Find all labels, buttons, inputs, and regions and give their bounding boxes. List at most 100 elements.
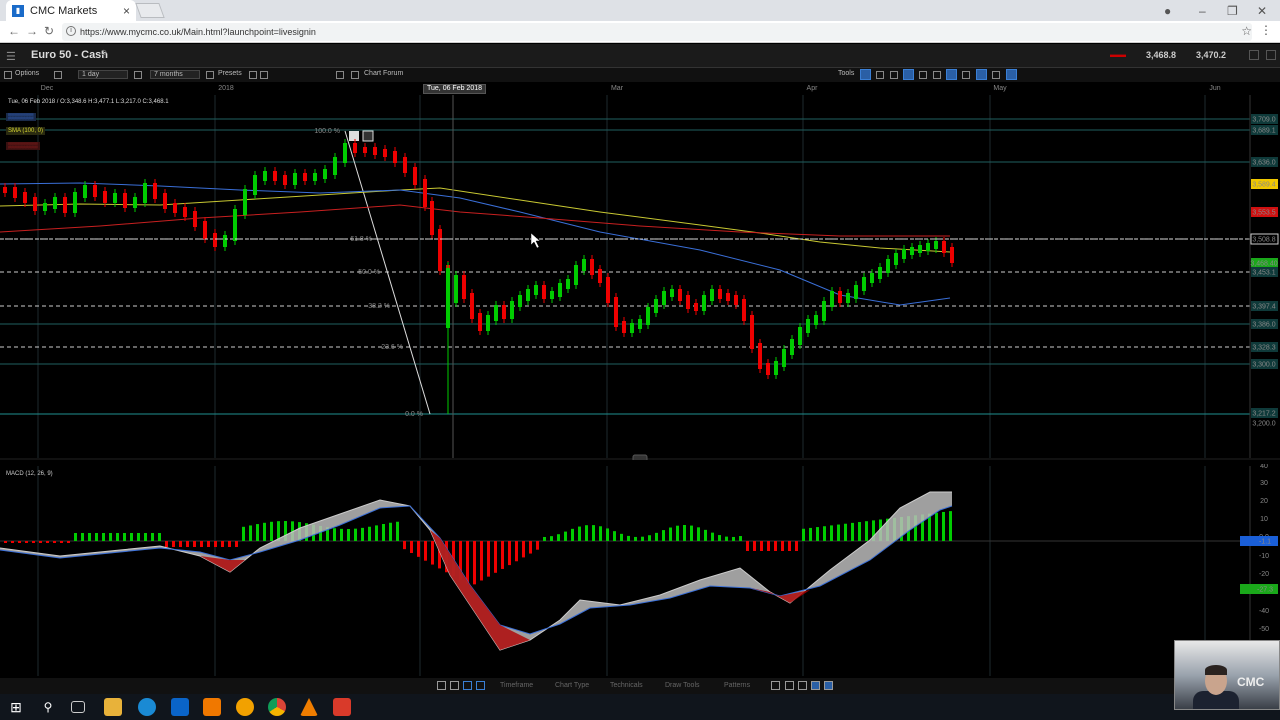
cursor-tool-icon[interactable] [860, 69, 871, 80]
x-tick-label: 2018 [218, 85, 234, 92]
timeframe-button[interactable]: Timeframe [500, 682, 533, 689]
app-orange-icon[interactable] [203, 698, 221, 716]
magnet-tool-icon[interactable] [946, 69, 957, 80]
candle-body [566, 279, 570, 289]
outlook-icon[interactable] [171, 698, 189, 716]
restore-icon[interactable]: ❐ [1227, 0, 1238, 21]
forward-icon[interactable]: → [26, 24, 38, 38]
preset-1-icon[interactable] [249, 71, 257, 79]
link-icon[interactable] [476, 681, 485, 690]
macd-histogram-bar [74, 533, 77, 541]
new-tab-button[interactable] [135, 3, 165, 18]
technicals-button[interactable]: Technicals [610, 682, 643, 689]
shape-tool-icon[interactable] [919, 71, 927, 79]
macd-histogram-bar [368, 526, 371, 541]
candle-body [446, 268, 450, 328]
panel-close-icon[interactable] [1266, 50, 1276, 60]
options-button[interactable]: Options [15, 70, 39, 77]
macd-histogram-bar [396, 521, 399, 541]
trendline-tool-icon[interactable] [876, 71, 884, 79]
macd-histogram-bar [193, 541, 196, 547]
candle-body [383, 149, 387, 157]
search-taskbar-icon[interactable]: ⚲ [39, 698, 57, 716]
popout-icon[interactable] [1249, 50, 1259, 60]
reload-icon[interactable]: ↻ [44, 24, 54, 38]
window-close-icon[interactable]: ✕ [1257, 0, 1267, 21]
print-icon[interactable] [992, 71, 1000, 79]
macd-histogram-bar [263, 522, 266, 541]
draw-tools-button[interactable]: Draw Tools [665, 682, 700, 689]
fibonacci-tool-icon[interactable] [903, 69, 914, 80]
presets-button[interactable]: Presets [218, 70, 242, 77]
reset-icon[interactable] [450, 681, 459, 690]
instrument-title[interactable]: Euro 50 - Cash [31, 49, 108, 61]
preset-2-icon[interactable] [260, 71, 268, 79]
settings-gear-icon[interactable] [54, 71, 62, 79]
draw-icon[interactable] [463, 681, 472, 690]
sell-price[interactable]: 3,468.8 [1146, 50, 1176, 60]
candle-body [734, 295, 738, 305]
macd-histogram-bar [151, 533, 154, 541]
chart-type-button[interactable]: Chart Type [555, 682, 589, 689]
tools-button[interactable]: Tools [838, 70, 854, 77]
macd-histogram-bar [830, 525, 833, 541]
profile-icon[interactable]: ● [1164, 0, 1171, 21]
sma-blue-legend[interactable]: ▒▒▒▒▒▒ [6, 113, 36, 121]
browser-tab[interactable]: ▮ CMC Markets × [6, 0, 136, 21]
delete-tool-icon[interactable] [962, 71, 970, 79]
fullscreen-icon[interactable] [824, 681, 833, 690]
minimize-icon[interactable]: – [1199, 0, 1206, 21]
zoom-in-icon[interactable] [798, 681, 807, 690]
back-icon[interactable]: ← [8, 24, 20, 38]
patterns-button[interactable]: Patterns [724, 682, 750, 689]
buy-price[interactable]: 3,470.2 [1196, 50, 1226, 60]
arrow-tool-icon[interactable] [933, 71, 941, 79]
task-view-icon[interactable] [71, 701, 85, 713]
price-chart[interactable]: Dec2018MarAprMayJun100.0 %61.8 %50.0 %38… [0, 82, 1280, 460]
macd-histogram-bar [410, 541, 413, 553]
windows-start-icon[interactable]: ⊞ [7, 698, 25, 716]
macd-histogram-bar [473, 541, 476, 585]
hamburger-menu-icon[interactable]: ☰ [6, 50, 16, 63]
browser-menu-icon[interactable]: ⋮ [1260, 23, 1272, 37]
crosshair-tool-icon[interactable] [976, 69, 987, 80]
macd-legend[interactable]: MACD (12, 26, 9) [6, 471, 53, 477]
candle-body [622, 321, 626, 333]
lock-icon[interactable] [134, 71, 142, 79]
candle-body [686, 295, 690, 309]
chat-icon[interactable] [351, 71, 359, 79]
url-field[interactable]: i https://www.mycmc.co.uk/Main.html?laun… [62, 23, 1252, 41]
zoom-out-icon[interactable] [785, 681, 794, 690]
skype-icon[interactable] [138, 698, 156, 716]
file-explorer-icon[interactable] [104, 698, 122, 716]
macd-histogram-bar [389, 522, 392, 541]
chart-forum-button[interactable]: Chart Forum [364, 70, 403, 77]
macd-histogram-bar [403, 541, 406, 550]
options-menu-icon[interactable] [4, 71, 12, 79]
macd-histogram-bar [508, 541, 511, 566]
text-tool-icon[interactable] [890, 71, 898, 79]
macd-histogram-bar [67, 541, 70, 543]
undo-icon[interactable] [437, 681, 446, 690]
cmc-app-icon[interactable] [333, 698, 351, 716]
calendar-icon[interactable] [206, 71, 214, 79]
sma-legend[interactable]: SMA (100, 0) [6, 127, 46, 135]
macd-histogram-bar [669, 527, 672, 541]
search-icon[interactable]: ⚲ [100, 49, 107, 60]
layout-tool-icon[interactable] [1006, 69, 1017, 80]
chrome-icon[interactable] [268, 698, 286, 716]
interval-select[interactable]: 1 day [78, 70, 128, 79]
macd-histogram-bar [480, 541, 483, 581]
fit-icon[interactable] [811, 681, 820, 690]
macd-histogram-bar [564, 531, 567, 541]
chat-app-icon[interactable] [236, 698, 254, 716]
chart-settings-gear-icon[interactable] [336, 71, 344, 79]
bookmark-star-icon[interactable]: ☆ [1241, 24, 1252, 38]
cmc-favicon-icon: ▮ [12, 4, 24, 17]
sma-red-legend[interactable]: ▒▒▒▒▒▒▒ [6, 142, 40, 150]
macd-panel[interactable]: 403020100.0-10-20-30-40-50-1.1-27.3 [0, 464, 1280, 678]
tab-close-icon[interactable]: × [123, 4, 130, 18]
vlc-icon[interactable] [300, 698, 318, 716]
zoom-icon[interactable] [771, 681, 780, 690]
range-select[interactable]: 7 months [150, 70, 200, 79]
